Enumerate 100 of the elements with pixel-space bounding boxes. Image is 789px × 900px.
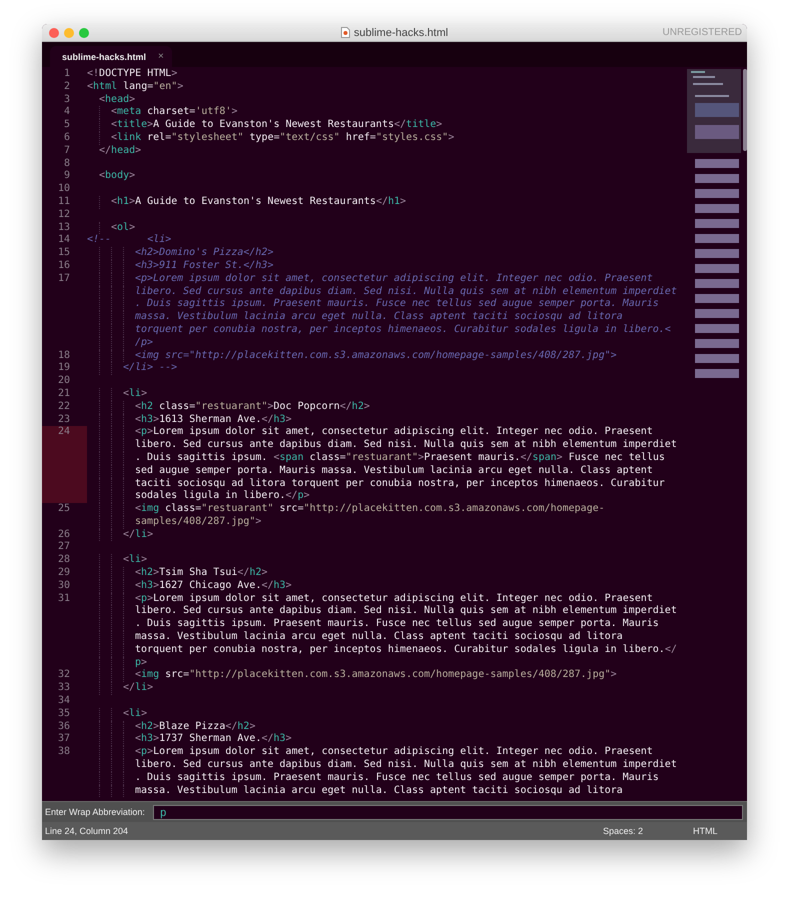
code-line: libero. Sed cursus ante dapibus diam. Sed nisi. Nulla quis sem at nibh elementum imperdiet bbox=[135, 605, 677, 618]
line-number: 26 bbox=[56, 528, 71, 542]
code-line: samples/408/287.jpg"> bbox=[135, 516, 262, 529]
minimize-button[interactable] bbox=[64, 28, 74, 38]
line-number: 27 bbox=[56, 541, 71, 554]
code-line: . Duis sagittis ipsum. <span class="restuarant">Praesent mauris.</span> Fusce nec tellus bbox=[135, 452, 665, 465]
code-line: torquent per conubia nostra, per inceptos himenaeos. Curabitur sodales ligula in libero.</ bbox=[135, 644, 677, 657]
line-number: 17 bbox=[56, 272, 71, 286]
input-field[interactable]: p bbox=[152, 804, 743, 820]
line-number: 28 bbox=[56, 554, 71, 568]
code-line: <title>A Guide to Evanston's Newest Restaurants</title> bbox=[111, 119, 442, 132]
scrollbar-thumb[interactable] bbox=[743, 69, 747, 151]
code-line: . Duis sagittis ipsum. Praesent mauris. Fusce nec tellus sed augue semper porta. Mauris bbox=[135, 772, 659, 785]
code-line: sodales ligula in libero.</p> bbox=[135, 490, 310, 503]
code-line: torquent per conubia nostra, per inceptos himenaeos. Curabitur sodales ligula in libero.< bbox=[135, 324, 671, 337]
line-number: 24 bbox=[42, 426, 87, 504]
code-line: <h2>Blaze Pizza</h2> bbox=[135, 720, 256, 733]
code-line: <!-- <li> bbox=[87, 234, 172, 247]
line-number: 9 bbox=[62, 170, 71, 184]
code-line: <h1>A Guide to Evanston's Newest Restaurants</h1> bbox=[111, 196, 406, 209]
line-number: 36 bbox=[56, 720, 71, 734]
code-line: <h3>1613 Sherman Ave.</h3> bbox=[135, 414, 292, 426]
line-number: 30 bbox=[56, 580, 71, 593]
code-line: <h2>Domino's Pizza</h2> bbox=[135, 247, 274, 260]
line-number: 8 bbox=[62, 158, 71, 170]
code-line: <h3>1627 Chicago Ave.</h3> bbox=[135, 580, 292, 593]
code-line: <li> bbox=[123, 708, 148, 721]
close-button[interactable] bbox=[49, 28, 59, 38]
code-line: libero. Sed cursus ante dapibus diam. Sed nisi. Nulla quis sem at nibh elementum imperdiet bbox=[135, 286, 677, 298]
line-number: 5 bbox=[62, 119, 71, 132]
line-number: 22 bbox=[56, 400, 71, 414]
indentation-setting[interactable]: Spaces: 2 bbox=[603, 826, 693, 836]
syntax-setting[interactable]: HTML bbox=[693, 826, 743, 836]
line-number: 33 bbox=[56, 682, 71, 696]
line-number: 18 bbox=[56, 350, 71, 362]
code-line: </head> bbox=[99, 144, 142, 158]
code-line: <img src="http://placekitten.com.s3.amazonaws.com/homepage-samples/408/287.jpg"> bbox=[135, 350, 617, 362]
line-number: 19 bbox=[56, 362, 71, 376]
license-label: UNREGISTERED bbox=[662, 27, 743, 38]
code-line: <p>Lorem ipsum dolor sit amet, consectetur adipiscing elit. Integer nec odio. Praesent bbox=[135, 426, 653, 439]
code-line: </li> bbox=[123, 682, 154, 696]
line-number: 14 bbox=[56, 234, 71, 248]
code-line: <html lang="en"> bbox=[87, 80, 184, 94]
code-line: <p>Lorem ipsum dolor sit amet, consectetur adipiscing elit. Integer nec odio. Praesent bbox=[135, 592, 653, 605]
code-line: <p>Lorem ipsum dolor sit amet, consectetur adipiscing elit. Integer nec odio. Praesent bbox=[135, 272, 653, 286]
code-line: </li> --> bbox=[123, 362, 178, 376]
line-number: 4 bbox=[62, 106, 71, 120]
line-number: 21 bbox=[56, 388, 71, 401]
line-number: 15 bbox=[56, 247, 71, 260]
line-number: 2 bbox=[62, 80, 71, 94]
line-number: 32 bbox=[56, 669, 71, 682]
line-number: 31 bbox=[56, 592, 71, 606]
line-number: 1 bbox=[62, 68, 71, 81]
code-line: <meta charset='utf8'> bbox=[111, 106, 238, 119]
line-number: 37 bbox=[56, 733, 71, 746]
line-number: 35 bbox=[56, 708, 71, 721]
code-line: sed augue semper porta. Mauris massa. Vestibulum lacinia arcu eget nulla. Class aptent bbox=[135, 464, 653, 478]
code-line: . Duis sagittis ipsum. Praesent mauris. Fusce nec tellus sed augue semper porta. Mauris bbox=[135, 298, 659, 311]
code-line: libero. Sed cursus ante dapibus diam. Sed nisi. Nulla quis sem at nibh elementum imperdiet bbox=[135, 759, 677, 772]
code-line: p> bbox=[135, 656, 148, 669]
cursor-position: Line 24, Column 204 bbox=[45, 826, 128, 836]
line-number: 6 bbox=[62, 132, 71, 145]
code-line: libero. Sed cursus ante dapibus diam. Sed nisi. Nulla quis sem at nibh elementum imperdiet bbox=[135, 439, 677, 452]
window-title: sublime-hacks.html bbox=[354, 26, 448, 38]
line-number: 3 bbox=[62, 94, 71, 106]
file-tab[interactable]: sublime-hacks.html × bbox=[50, 46, 172, 67]
code-line: <h2>Tsim Sha Tsui</h2> bbox=[135, 567, 268, 580]
wrap-abbreviation-label: Enter Wrap Abbreviation: bbox=[45, 807, 145, 817]
document-icon bbox=[340, 27, 350, 38]
line-number: 29 bbox=[56, 567, 71, 580]
line-number: 20 bbox=[56, 375, 71, 388]
code-line: <!DOCTYPE HTML> bbox=[87, 68, 178, 81]
code-line: /p> bbox=[135, 336, 154, 350]
code-line: . Duis sagittis ipsum. Praesent mauris. Fusce nec tellus sed augue semper porta. Mauris bbox=[135, 618, 659, 631]
code-line: </li> bbox=[123, 528, 154, 542]
code-line: <h3>911 Foster St.</h3> bbox=[135, 260, 274, 273]
zoom-button[interactable] bbox=[79, 28, 89, 38]
line-number: 13 bbox=[56, 222, 71, 234]
code-line: <body> bbox=[99, 170, 136, 184]
code-line: <li> bbox=[123, 388, 148, 401]
code-line: taciti sociosqu ad litora torquent per conubia nostra, per inceptos himenaeos. Curabitur bbox=[135, 478, 665, 490]
close-tab-button[interactable]: × bbox=[158, 51, 164, 62]
line-number: 7 bbox=[62, 144, 71, 158]
line-number: 12 bbox=[56, 208, 71, 222]
code-line: <img class="restuarant" src="http://placekitten.com.s3.amazonaws.com/homepage- bbox=[135, 503, 605, 516]
line-number: 34 bbox=[56, 695, 71, 708]
line-number: 23 bbox=[56, 414, 71, 426]
code-line: massa. Vestibulum lacinia arcu eget nulla. Class aptent taciti sociosqu ad litora bbox=[135, 311, 623, 324]
code-line: <head> bbox=[99, 94, 136, 106]
code-line: massa. Vestibulum lacinia arcu eget nulla. Class aptent taciti sociosqu ad litora bbox=[135, 784, 623, 798]
code-line: <img src="http://placekitten.com.s3.amazonaws.com/homepage-samples/408/287.jpg"> bbox=[135, 669, 617, 682]
line-number: 11 bbox=[56, 196, 71, 209]
code-line: <p>Lorem ipsum dolor sit amet, consectetur adipiscing elit. Integer nec odio. Praesent bbox=[135, 746, 653, 759]
code-line: <h3>1737 Sherman Ave.</h3> bbox=[135, 733, 292, 746]
code-line: massa. Vestibulum lacinia arcu eget nulla. Class aptent taciti sociosqu ad litora bbox=[135, 631, 623, 644]
code-line: <ol> bbox=[111, 222, 136, 234]
line-number: 25 bbox=[56, 503, 71, 516]
line-number: 10 bbox=[56, 183, 71, 196]
code-line: <li> bbox=[123, 554, 148, 567]
line-number: 16 bbox=[56, 260, 71, 273]
